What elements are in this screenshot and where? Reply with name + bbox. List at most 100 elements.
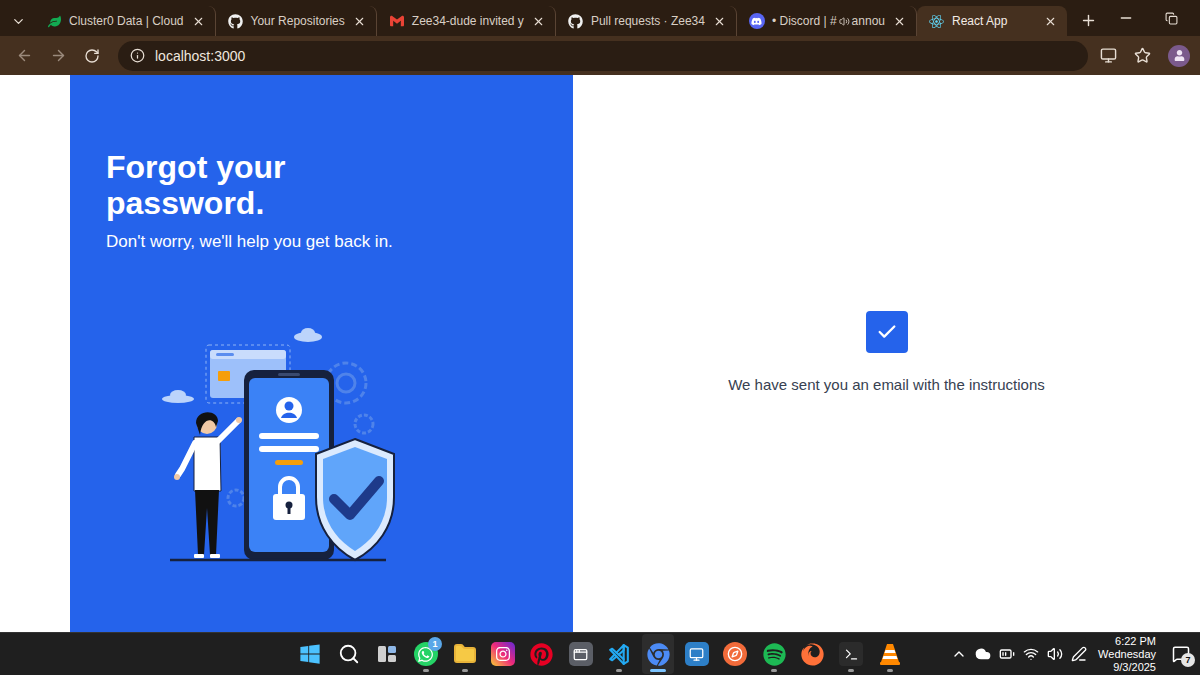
app-icon <box>569 642 593 666</box>
minimize-button[interactable] <box>1103 0 1149 36</box>
cloud-icon <box>294 328 322 342</box>
browser-tab[interactable]: Cluster0 Data | Cloud <box>34 6 216 36</box>
tray-item[interactable] <box>1046 645 1064 663</box>
tab-close-button[interactable] <box>531 13 547 29</box>
taskbar: 1 6:22 PMWednesday9/3/2025 7 <box>0 632 1200 675</box>
close-window-button[interactable] <box>1195 0 1200 36</box>
running-indicator <box>650 669 666 672</box>
taskbar-app[interactable]: 1 <box>410 634 442 674</box>
windows-start-icon <box>299 643 321 665</box>
taskbar-app[interactable] <box>565 634 597 674</box>
forward-button[interactable] <box>44 42 72 70</box>
taskbar-app[interactable] <box>603 634 635 674</box>
cloud-icon <box>162 390 194 403</box>
clock[interactable]: 6:22 PMWednesday9/3/2025 <box>1098 635 1156 674</box>
tab-close-button[interactable] <box>1043 13 1059 29</box>
bookmark-button[interactable] <box>1128 42 1156 70</box>
clock-day: Wednesday <box>1098 648 1156 661</box>
profile-icon <box>1174 50 1185 61</box>
notification-count: 7 <box>1181 653 1195 667</box>
tab-label: Zee34-dude invited y <box>412 14 524 28</box>
system-tray: 6:22 PMWednesday9/3/2025 7 <box>950 635 1200 674</box>
tray-item[interactable] <box>1022 645 1040 663</box>
running-indicator <box>848 669 854 672</box>
tab-close-button[interactable] <box>892 13 908 29</box>
taskbar-apps: 1 <box>294 634 906 674</box>
reload-button[interactable] <box>78 42 106 70</box>
taskbar-app[interactable] <box>642 634 674 674</box>
firefox-icon <box>801 643 824 666</box>
check-icon <box>876 321 898 343</box>
notifications-button[interactable]: 7 <box>1168 639 1194 669</box>
browser-tab[interactable]: Zee34-dude invited y <box>377 6 556 36</box>
close-icon <box>893 15 906 28</box>
tab-label: • Discord | #annou <box>772 14 885 28</box>
react-icon <box>929 13 945 29</box>
close-icon <box>192 15 205 28</box>
taskbar-app[interactable] <box>294 634 326 674</box>
tab-label: React App <box>952 14 1036 28</box>
profile-button[interactable] <box>1168 45 1190 67</box>
address-text: localhost:3000 <box>155 48 245 64</box>
mongodb-icon <box>46 13 62 29</box>
taskbar-app[interactable] <box>449 634 481 674</box>
taskbar-app[interactable] <box>719 634 751 674</box>
browser-tab[interactable]: Pull requests · Zee34 <box>556 6 737 36</box>
file-explorer-icon <box>453 642 477 666</box>
browser-tab[interactable]: • Discord | #annou <box>737 6 917 36</box>
show-hidden-icon <box>951 646 967 662</box>
restore-icon <box>1165 12 1178 25</box>
task-view-icon <box>376 643 398 665</box>
volume-icon <box>1047 646 1063 662</box>
confirmation-panel: We have sent you an email with the instr… <box>573 75 1200 632</box>
reload-icon <box>84 48 100 64</box>
taskbar-app[interactable] <box>681 634 713 674</box>
tab-close-button[interactable] <box>352 13 368 29</box>
tray-item[interactable] <box>1070 645 1088 663</box>
address-bar[interactable]: localhost:3000 <box>118 41 1088 71</box>
speaker-icon <box>839 16 850 27</box>
instagram-icon <box>491 642 515 666</box>
forward-arrow-icon <box>50 47 67 64</box>
clock-time: 6:22 PM <box>1115 635 1156 648</box>
pen-icon <box>1071 646 1087 662</box>
install-button[interactable] <box>1094 42 1122 70</box>
vlc-icon <box>879 642 901 666</box>
taskbar-app[interactable] <box>874 634 906 674</box>
taskbar-app[interactable] <box>487 634 519 674</box>
browser-tab[interactable]: React App <box>917 6 1067 36</box>
tray-item[interactable] <box>998 645 1016 663</box>
minimize-icon <box>1118 10 1134 26</box>
new-tab-button[interactable] <box>1075 6 1103 34</box>
tray-item[interactable] <box>974 645 992 663</box>
spotify-icon <box>763 643 786 666</box>
vscode-icon <box>607 642 632 667</box>
back-button[interactable] <box>10 42 38 70</box>
tab-search-button[interactable] <box>6 6 30 36</box>
battery-icon <box>999 646 1015 662</box>
taskbar-app[interactable] <box>835 634 867 674</box>
security-illustration <box>158 323 398 568</box>
browser-tab[interactable]: Your Repositories <box>216 6 377 36</box>
gmail-icon <box>389 13 405 29</box>
tab-label: Pull requests · Zee34 <box>591 14 705 28</box>
taskbar-app[interactable] <box>371 634 403 674</box>
browser-toolbar: localhost:3000 <box>0 36 1200 75</box>
terminal-icon <box>839 642 863 666</box>
tray-item[interactable] <box>950 645 968 663</box>
taskbar-app[interactable] <box>333 634 365 674</box>
taskbar-app[interactable] <box>797 634 829 674</box>
taskbar-app[interactable] <box>526 634 558 674</box>
ground-line <box>170 559 386 562</box>
taskbar-app[interactable] <box>758 634 790 674</box>
running-indicator <box>887 669 893 672</box>
tab-close-button[interactable] <box>191 13 207 29</box>
success-badge <box>866 311 908 353</box>
confirmation-message: We have sent you an email with the instr… <box>728 375 1045 395</box>
tab-strip: Cluster0 Data | CloudYour Repositories Ze… <box>0 0 1200 36</box>
tab-close-button[interactable] <box>712 13 728 29</box>
restore-button[interactable] <box>1149 0 1195 36</box>
chevron-down-icon <box>11 14 26 29</box>
screen: Cluster0 Data | CloudYour Repositories Ze… <box>0 0 1200 675</box>
star-icon <box>1134 47 1151 64</box>
